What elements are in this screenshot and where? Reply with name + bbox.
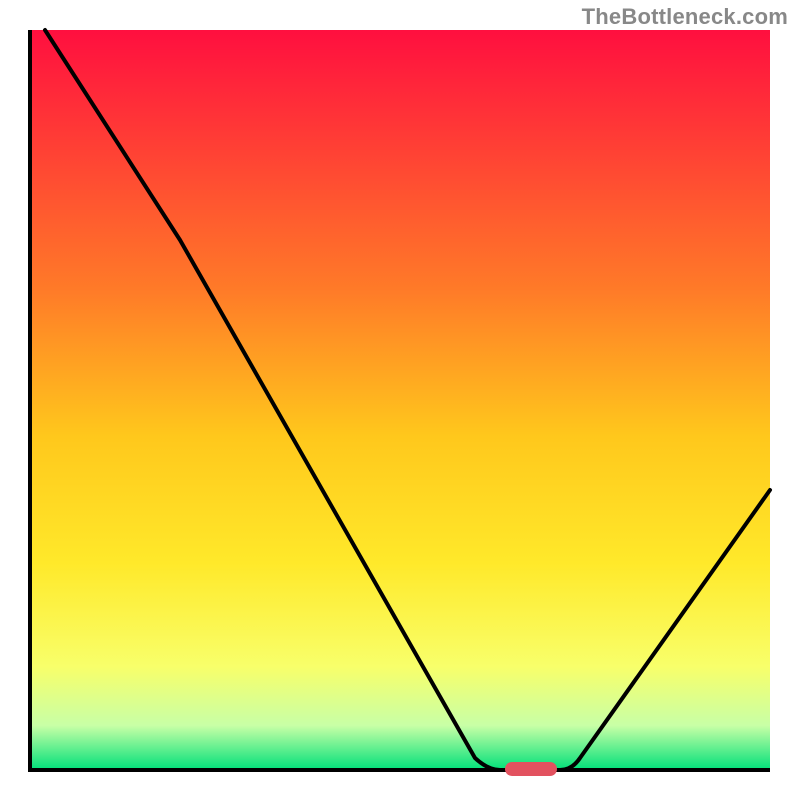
plot-background — [30, 30, 770, 770]
chart-container: TheBottleneck.com — [0, 0, 800, 800]
trough-marker — [505, 762, 557, 776]
watermark-text: TheBottleneck.com — [582, 4, 788, 30]
chart-svg — [0, 0, 800, 800]
